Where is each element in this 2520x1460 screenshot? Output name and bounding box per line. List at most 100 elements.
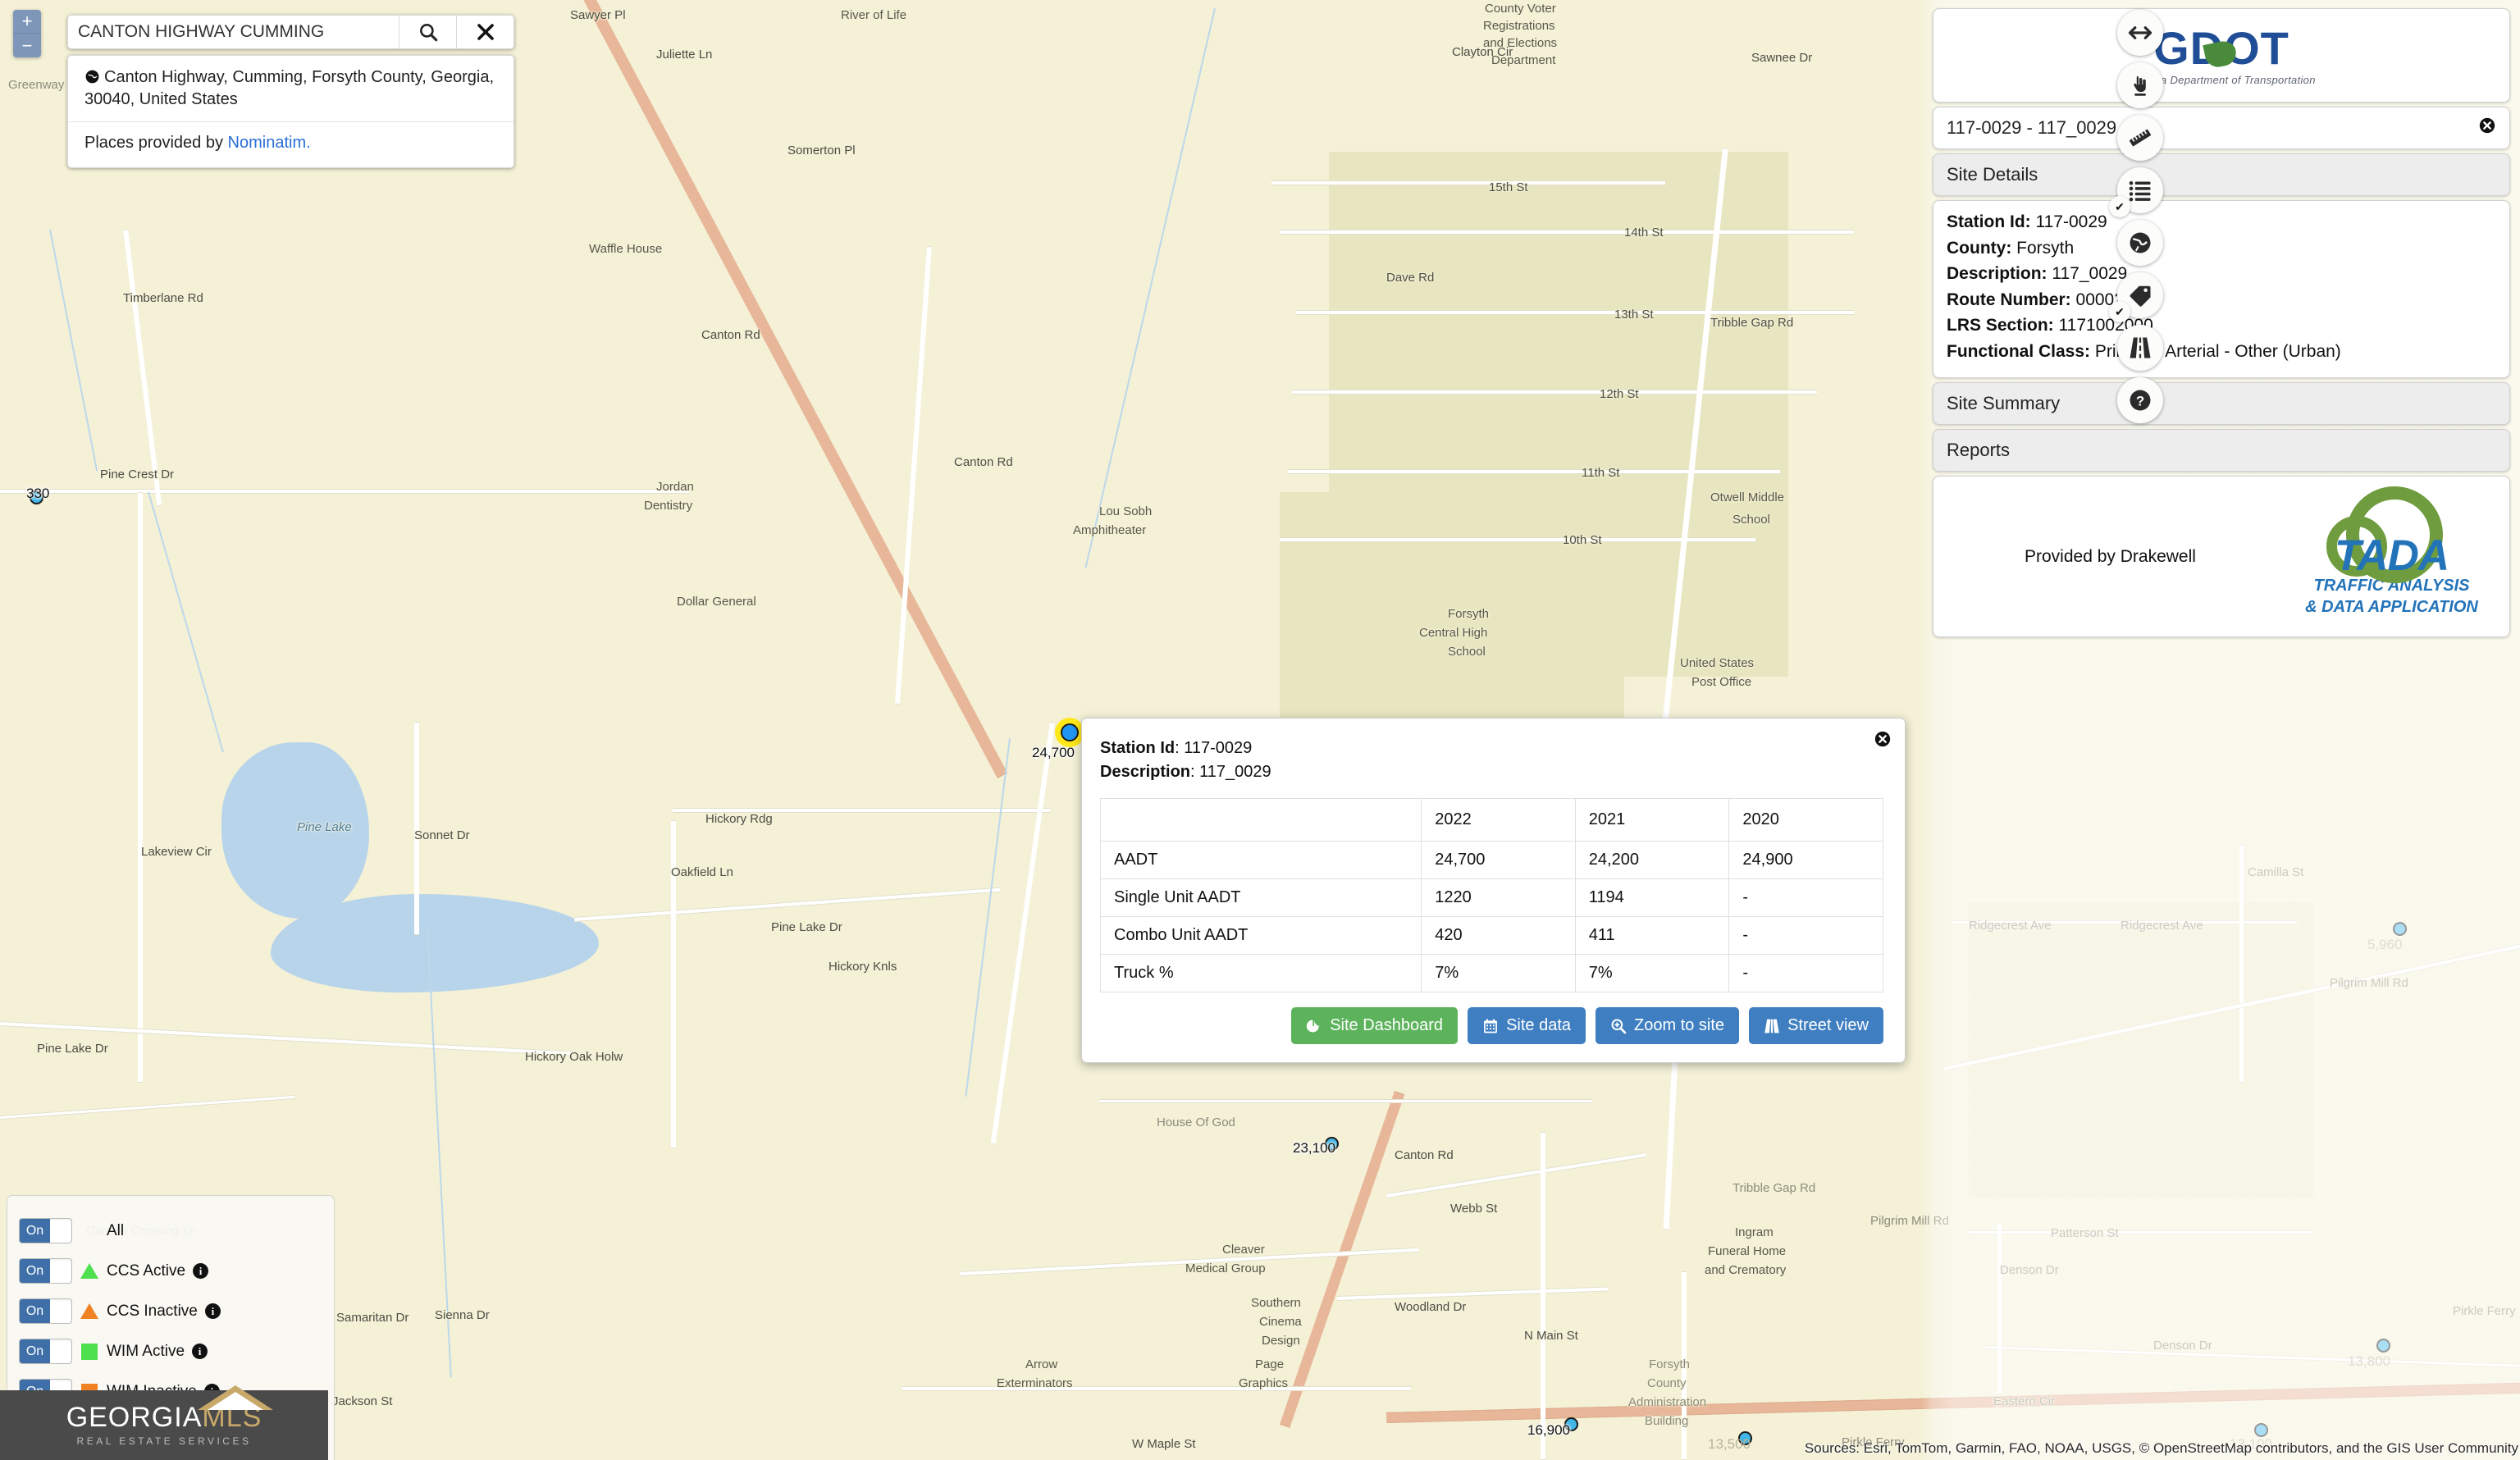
legend-toggle[interactable]: On	[19, 1218, 72, 1243]
legend-toggle[interactable]: On	[19, 1258, 72, 1284]
search-bar[interactable]	[67, 15, 514, 49]
road-icon-button[interactable]	[2117, 325, 2163, 371]
map-label: Webb St	[1450, 1202, 1497, 1216]
toggle-on-label: On	[20, 1299, 50, 1323]
search-icon	[418, 21, 439, 43]
search-plus-icon	[1610, 1018, 1627, 1034]
map-label: and Elections	[1483, 36, 1557, 52]
map-label: Pine Lake Dr	[771, 920, 842, 934]
detail-key: Description:	[1947, 264, 2048, 283]
search-button[interactable]	[399, 16, 456, 48]
legend-tag-icon-button[interactable]: ✔	[2117, 272, 2163, 318]
accordion-site-summary[interactable]: Site Summary	[1933, 382, 2510, 425]
accordion-site-details[interactable]: Site Details	[1933, 153, 2510, 196]
table-cell: 7%	[1422, 955, 1576, 992]
search-input[interactable]	[68, 16, 399, 48]
help-icon: ?	[2128, 388, 2152, 413]
map-label: Ingram	[1735, 1225, 1774, 1241]
station-marker[interactable]	[2254, 1423, 2268, 1437]
station-marker[interactable]	[2393, 922, 2407, 936]
search-results[interactable]: Canton Highway, Cumming, Forsyth County,…	[67, 55, 514, 168]
help-icon-button[interactable]: ?	[2117, 377, 2163, 423]
measure-distance-icon	[2128, 21, 2152, 45]
map-label: Canton Rd	[954, 455, 1013, 469]
site-dashboard-button[interactable]: Site Dashboard	[1291, 1007, 1458, 1044]
legend-row[interactable]: On CCS Inactive i	[19, 1291, 322, 1331]
aadt-table: 202220212020 AADT24,70024,20024,900Singl…	[1100, 798, 1883, 992]
layer-list-icon-button[interactable]: ✔	[2117, 167, 2163, 213]
site-details-body: Station Id: 117-0029County: ForsythDescr…	[1933, 200, 2510, 378]
legend-toggle[interactable]: On	[19, 1339, 72, 1364]
identify-hand-icon-button[interactable]	[2117, 62, 2163, 108]
legend-toggle[interactable]: On	[19, 1298, 72, 1324]
legend-label: CCS Inactive	[107, 1303, 198, 1321]
road-cleaver-access	[960, 1248, 1419, 1276]
legend-row[interactable]: On All	[19, 1211, 322, 1251]
map-label: and Crematory	[1705, 1263, 1786, 1279]
road-patterson-st	[1969, 1230, 2313, 1234]
road-lakeview-cir	[138, 492, 143, 1083]
map-label: Amphitheater	[1073, 523, 1146, 539]
station-marker-selected[interactable]	[1061, 723, 1079, 741]
station-marker[interactable]	[2376, 1339, 2390, 1353]
ruler-icon-button[interactable]	[2117, 115, 2163, 161]
road-11th-st	[1288, 469, 1780, 474]
stream-northeast	[1085, 8, 1216, 568]
button-label: Site Dashboard	[1330, 1016, 1443, 1035]
basemap-globe-icon-button[interactable]	[2117, 220, 2163, 266]
street-view-button[interactable]: Street view	[1749, 1007, 1883, 1044]
search-widget[interactable]: Canton Highway, Cumming, Forsyth County,…	[67, 15, 514, 168]
clear-search-button[interactable]	[456, 16, 514, 48]
tada-tagline-2: & DATA APPLICATION	[2295, 598, 2488, 616]
info-icon[interactable]: i	[192, 1344, 208, 1359]
legend-row[interactable]: OnCCS Activei	[19, 1251, 322, 1291]
site-select-field[interactable]: 117-0029 - 117_0029	[1933, 107, 2510, 149]
zoom-to-site-button[interactable]: Zoom to site	[1596, 1007, 1739, 1044]
tada-branding-card: Provided by Drakewell TADA TRAFFIC ANALY…	[1933, 476, 2510, 637]
road-sonnet-dr	[414, 722, 419, 935]
zoom-control[interactable]: + −	[13, 10, 41, 57]
station-aadt-label: 5,960	[2367, 937, 2403, 953]
map-label: Juliette Ln	[656, 48, 712, 62]
detail-row: County: Forsyth	[1947, 235, 2496, 262]
tada-wordmark: TADA	[2295, 534, 2488, 577]
zoom-in-button[interactable]: +	[13, 10, 41, 34]
road-13th-st	[1296, 310, 1854, 315]
calendar-icon	[1482, 1018, 1499, 1034]
pine-lake-water	[221, 742, 369, 919]
street-view-icon	[1764, 1018, 1780, 1034]
info-icon[interactable]: i	[193, 1263, 208, 1279]
pie-chart-icon	[1306, 1018, 1322, 1034]
popup-action-buttons[interactable]: Site Dashboard Site data Zoom to site Stree…	[1100, 1007, 1883, 1044]
stream-east	[965, 738, 1011, 1097]
station-popup[interactable]: Station Id: 117-0029 Description: 117_00…	[1081, 718, 1906, 1063]
measure-distance-icon-button[interactable]	[2117, 10, 2163, 56]
table-row-label: AADT	[1101, 842, 1422, 879]
map-label: House Of God	[1157, 1116, 1235, 1129]
road-pine-lake-dr-2	[574, 887, 1000, 922]
map-toolbar[interactable]: ✔ ✔ ?	[2117, 10, 2163, 430]
legend-label: All	[107, 1222, 124, 1240]
accordion-reports[interactable]: Reports	[1933, 429, 2510, 472]
site-data-button[interactable]: Site data	[1468, 1007, 1586, 1044]
search-result-item[interactable]: Canton Highway, Cumming, Forsyth County,…	[68, 56, 514, 121]
zoom-out-button[interactable]: −	[13, 34, 41, 57]
road-main-st-east	[1386, 1383, 2520, 1423]
road-oakfield-ln	[671, 820, 676, 1148]
table-body: AADT24,70024,20024,900Single Unit AADT12…	[1101, 842, 1883, 992]
detail-key: Station Id:	[1947, 212, 2031, 231]
map-label: Pirkle Ferry	[2453, 1304, 2516, 1318]
popup-close-button[interactable]	[1874, 730, 1892, 753]
info-icon[interactable]: i	[205, 1303, 221, 1319]
toggle-on-label: On	[20, 1339, 50, 1363]
map-label: Camilla St	[2248, 865, 2303, 879]
detail-key: Functional Class:	[1947, 342, 2090, 361]
detail-row: Description: 117_0029	[1947, 261, 2496, 287]
clear-selection-icon[interactable]	[2478, 116, 2496, 139]
nominatim-link[interactable]: Nominatim.	[228, 134, 311, 152]
legend-row[interactable]: On WIM Active i	[19, 1331, 322, 1371]
legend-label: WIM Active	[107, 1343, 185, 1361]
detail-row: Route Number: 00002000	[1947, 287, 2496, 313]
table-cell: 1220	[1422, 879, 1576, 917]
landuse-campus	[1280, 492, 1624, 738]
